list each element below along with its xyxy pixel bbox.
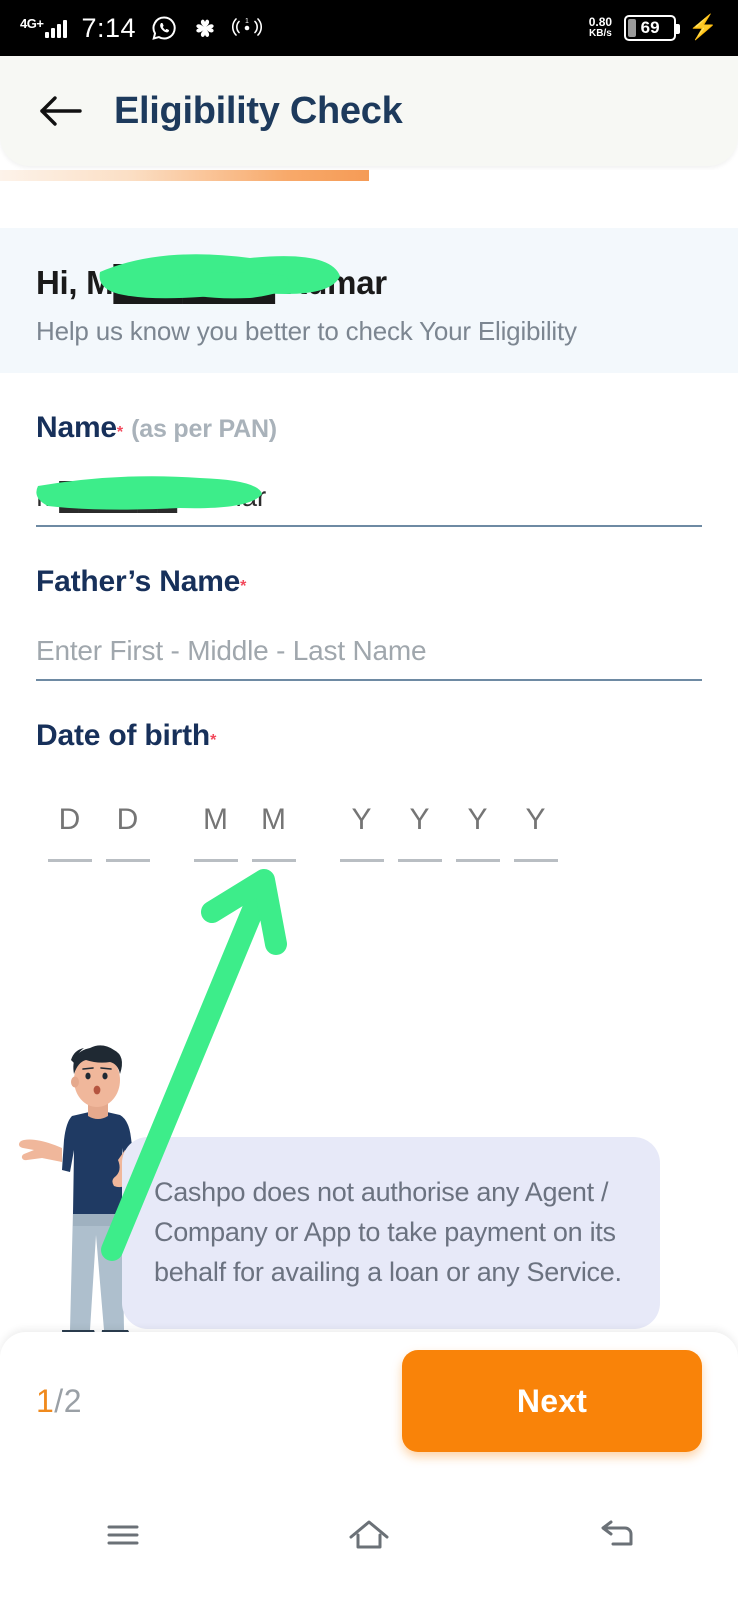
greeting-subtitle: Help us know you better to check Your El… xyxy=(36,316,577,346)
dob-label-row: Date of birth* xyxy=(36,719,702,753)
clock-label: 7:14 xyxy=(81,12,136,43)
back-nav-icon xyxy=(601,1520,633,1546)
page-title: Eligibility Check xyxy=(114,89,403,132)
back-arrow-icon[interactable] xyxy=(36,85,88,137)
eligibility-form: Name*(as per PAN) Father’s Name* Date of… xyxy=(0,373,738,862)
android-nav-bar xyxy=(0,1470,738,1600)
name-field-group: Name* (as per PAN) xyxy=(36,411,702,527)
step-total: 2 xyxy=(63,1382,82,1419)
app-header: Eligibility Check xyxy=(0,56,738,166)
battery-indicator: 69 xyxy=(624,15,681,41)
svg-text:1: 1 xyxy=(245,18,249,25)
battery-fill xyxy=(628,19,637,37)
hotspot-icon: 1 xyxy=(232,15,262,41)
charging-bolt-icon: ⚡ xyxy=(688,14,718,41)
apps-icon xyxy=(192,15,218,41)
dob-required-mark: * xyxy=(210,732,217,749)
status-bar-left: 4G+ 7:14 1 xyxy=(20,13,262,44)
annotation-arrow-head xyxy=(201,869,287,955)
dob-day-digit-1[interactable] xyxy=(48,803,92,862)
phone-screen: 4G+ 7:14 1 0.80 KB/s 69 ⚡ Eligibility Ch… xyxy=(0,0,738,1600)
dob-month-group xyxy=(194,803,296,862)
dob-day-digit-2[interactable] xyxy=(106,803,150,862)
dob-year-digit-2[interactable] xyxy=(398,803,442,862)
status-bar: 4G+ 7:14 1 0.80 KB/s 69 ⚡ xyxy=(0,0,738,56)
name-label: Name xyxy=(36,411,117,444)
name-input[interactable] xyxy=(36,481,702,527)
whatsapp-icon xyxy=(150,14,178,42)
fathers-name-label: Father’s Name xyxy=(36,565,241,598)
step-current: 1 xyxy=(36,1382,55,1419)
signal-bars-icon xyxy=(45,18,68,38)
home-button[interactable] xyxy=(314,1490,424,1580)
dob-month-digit-2[interactable] xyxy=(252,803,296,862)
dob-field-group: Date of birth* xyxy=(36,719,702,862)
dob-label: Date of birth xyxy=(36,719,211,752)
battery-percent-label: 69 xyxy=(640,18,660,37)
data-rate-unit: KB/s xyxy=(589,28,612,40)
data-rate-indicator: 0.80 KB/s xyxy=(589,16,612,39)
greeting-title: Hi, M███████ Kumar xyxy=(36,264,387,301)
dob-year-digit-4[interactable] xyxy=(514,803,558,862)
name-hint: (as per PAN) xyxy=(131,415,277,443)
disclaimer-notice: Cashpo does not authorise any Agent / Co… xyxy=(122,1137,660,1329)
fathers-name-required-mark: * xyxy=(240,578,247,595)
dob-inputs-row xyxy=(36,803,702,862)
dob-year-digit-3[interactable] xyxy=(456,803,500,862)
fathers-name-label-row: Father’s Name* xyxy=(36,565,702,599)
menu-icon xyxy=(107,1525,139,1545)
next-button[interactable]: Next xyxy=(402,1350,702,1452)
greeting-card: Hi, M███████ Kumar Help us know you bett… xyxy=(0,228,738,373)
name-label-row: Name* (as per PAN) xyxy=(36,411,702,445)
recents-button[interactable] xyxy=(68,1490,178,1580)
fathers-name-input[interactable] xyxy=(36,635,702,681)
name-required-mark: * xyxy=(116,424,124,441)
dob-day-group xyxy=(48,803,150,862)
status-bar-right: 0.80 KB/s 69 ⚡ xyxy=(589,15,718,41)
dob-month-digit-1[interactable] xyxy=(194,803,238,862)
network-type-label: 4G+ xyxy=(20,16,44,31)
dob-year-digit-1[interactable] xyxy=(340,803,384,862)
progress-bar-track xyxy=(0,170,738,181)
step-separator: / xyxy=(54,1382,64,1419)
step-counter: 1/2 xyxy=(36,1383,82,1420)
dob-year-group xyxy=(340,803,558,862)
home-icon xyxy=(349,1520,389,1549)
back-button[interactable] xyxy=(560,1490,670,1580)
network-signal-indicator: 4G+ xyxy=(20,16,68,38)
fathers-name-field-group: Father’s Name* xyxy=(36,565,702,681)
bottom-action-bar: 1/2 Next xyxy=(0,1332,738,1470)
progress-bar-fill xyxy=(0,170,369,181)
